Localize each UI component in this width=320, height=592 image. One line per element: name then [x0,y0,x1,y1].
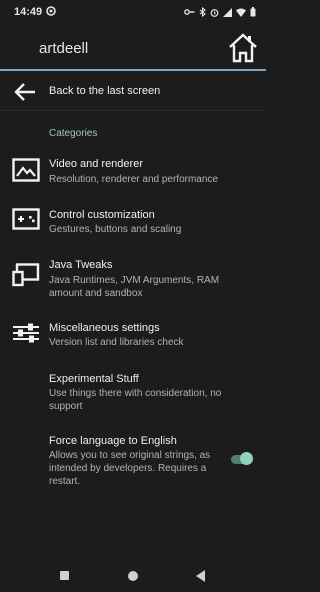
pref-summary: Gestures, buttons and scaling [49,224,182,235]
app-bar: artdeell [0,26,266,69]
home-icon[interactable] [228,32,258,64]
wifi-icon [236,8,246,17]
gamepad-icon [12,208,40,230]
pref-summary: Version list and libraries check [49,337,184,348]
pref-title: Force language to English [49,435,177,447]
pref-title: Miscellaneous settings [49,322,160,334]
pref-title: Java Tweaks [49,259,113,271]
back-label: Back to the last screen [49,85,161,97]
alarm-icon [210,8,219,17]
pref-experimental-stuff[interactable]: Experimental Stuff Use things there with… [0,367,266,417]
pref-title: Video and renderer [49,158,143,170]
image-icon [12,158,40,182]
back-button[interactable]: Back to the last screen [0,74,266,108]
toggle-thumb[interactable] [240,452,253,465]
divider [0,110,266,111]
app-notification-icon [46,6,56,16]
signal-icon [223,7,232,17]
pref-control-customization[interactable]: Control customization Gestures, buttons … [0,202,266,242]
pref-summary: Use things there with consideration, no … [49,388,222,412]
nav-back-icon[interactable] [196,570,205,582]
battery-icon [250,7,256,17]
system-nav-bar [0,555,266,592]
pref-title: Control customization [49,209,155,221]
sliders-icon [13,323,39,343]
nav-home-icon[interactable] [128,571,138,581]
arrow-left-icon [14,83,35,101]
status-time: 14:49 [14,6,43,18]
categories-header: Categories [49,128,98,139]
pref-summary: Java Runtimes, JVM Arguments, RAM amount… [49,275,220,299]
bluetooth-icon [199,7,206,17]
pref-video-renderer[interactable]: Video and renderer Resolution, renderer … [0,152,266,192]
pref-summary: Resolution, renderer and performance [49,174,218,185]
app-title: artdeell [39,40,89,57]
pref-summary: Allows you to see original strings, as i… [49,450,211,487]
pref-miscellaneous-settings[interactable]: Miscellaneous settings Version list and … [0,316,266,356]
vpn-key-icon [184,9,195,15]
recents-icon[interactable] [60,571,69,580]
pref-java-tweaks[interactable]: Java Tweaks Java Runtimes, JVM Arguments… [0,253,266,303]
status-icons [184,6,256,18]
computer-icon [12,263,40,287]
status-bar: 14:49 [0,0,266,26]
app-bar-divider [0,69,266,71]
pref-force-english[interactable]: Force language to English Allows you to … [0,429,266,493]
pref-title: Experimental Stuff [49,373,139,385]
